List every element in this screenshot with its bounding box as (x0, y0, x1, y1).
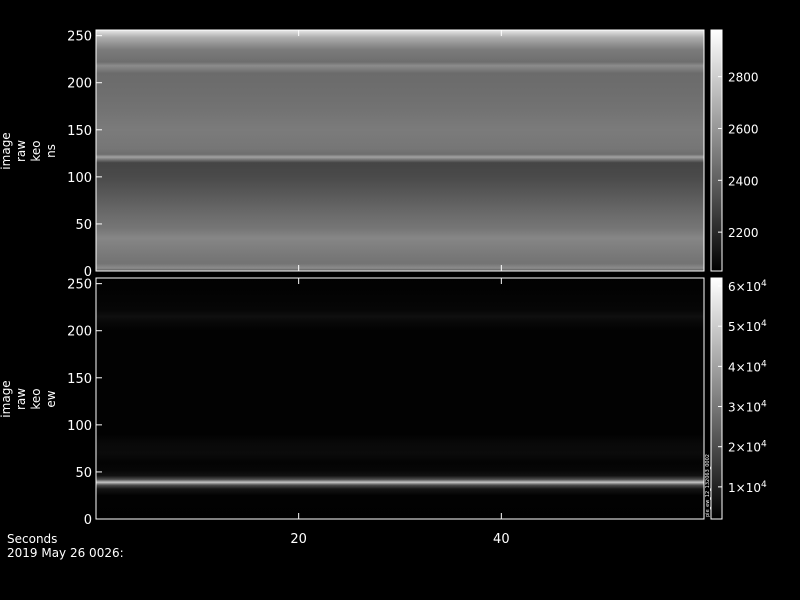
y-tick-label: 50 (75, 466, 92, 481)
ns-ylabel-line-2: raw (14, 140, 28, 162)
y-tick-label: 150 (67, 372, 92, 387)
ew-ylabel-line-1: image (0, 380, 13, 417)
colorbar-tick-label: 2200 (728, 226, 759, 240)
y-tick-label: 100 (67, 419, 92, 434)
colorbar-tick-label: 2800 (728, 71, 759, 85)
y-tick-label: 0 (84, 513, 92, 528)
ns-ylabel-line-4: ns (44, 144, 58, 158)
y-tick-label: 100 (67, 171, 92, 186)
colorbar-tick-label: 2×104 (728, 440, 767, 455)
ns-colorbar (710, 29, 723, 272)
y-tick-label: 150 (67, 124, 92, 139)
x-axis-label: Seconds (7, 532, 57, 546)
ns-colorbar-axis: 2200 2400 2600 2800 (718, 71, 759, 240)
panel-ns: 050100150200250 image raw keo ns 2200240… (0, 29, 759, 280)
keogram-figure: 0 50 100 150 200 250 image raw keo ns 2200 240… (0, 29, 767, 560)
ew-ylabel-line-3: keo (29, 388, 43, 409)
y-tick-label: 250 (67, 30, 92, 45)
panel-ew: 0 50 100 150 200 250 image raw keo ew 1×104 2×… (0, 277, 767, 528)
colorbar-tick-label: 2600 (728, 122, 759, 136)
ns-ylabel-line-1: image (0, 132, 13, 169)
ew-colorbar-axis: 1×104 2×104 3×104 4×104 5×104 6×104 (718, 279, 767, 495)
y-tick-label: 250 (67, 278, 92, 293)
y-tick-label: 200 (67, 325, 92, 340)
colorbar-tick-label: 6×104 (728, 279, 767, 294)
x-tick-label: 20 (290, 532, 307, 547)
ew-heatmap-image (96, 278, 704, 519)
colorbar-tick-label: 5×104 (728, 319, 767, 334)
ew-colorbar (710, 277, 723, 520)
ew-ylabel-line-4: ew (44, 390, 58, 407)
ns-heatmap-image (96, 30, 704, 271)
colorbar-tick-label: 4×104 (728, 359, 767, 374)
x-tick-label: 40 (493, 532, 510, 547)
ew-colorbar-note: pie_ew_12_132063_0002 (705, 454, 711, 517)
ns-ylabel-line-3: keo (29, 140, 43, 161)
ew-ylabel-line-2: raw (14, 388, 28, 410)
colorbar-tick-label: 3×104 (728, 400, 767, 415)
colorbar-tick-label: 2400 (728, 174, 759, 188)
colorbar-tick-label: 1×104 (728, 480, 767, 495)
y-tick-label: 200 (67, 77, 92, 92)
y-tick-label: 50 (75, 218, 92, 233)
date-label: 2019 May 26 0026: (7, 546, 124, 560)
